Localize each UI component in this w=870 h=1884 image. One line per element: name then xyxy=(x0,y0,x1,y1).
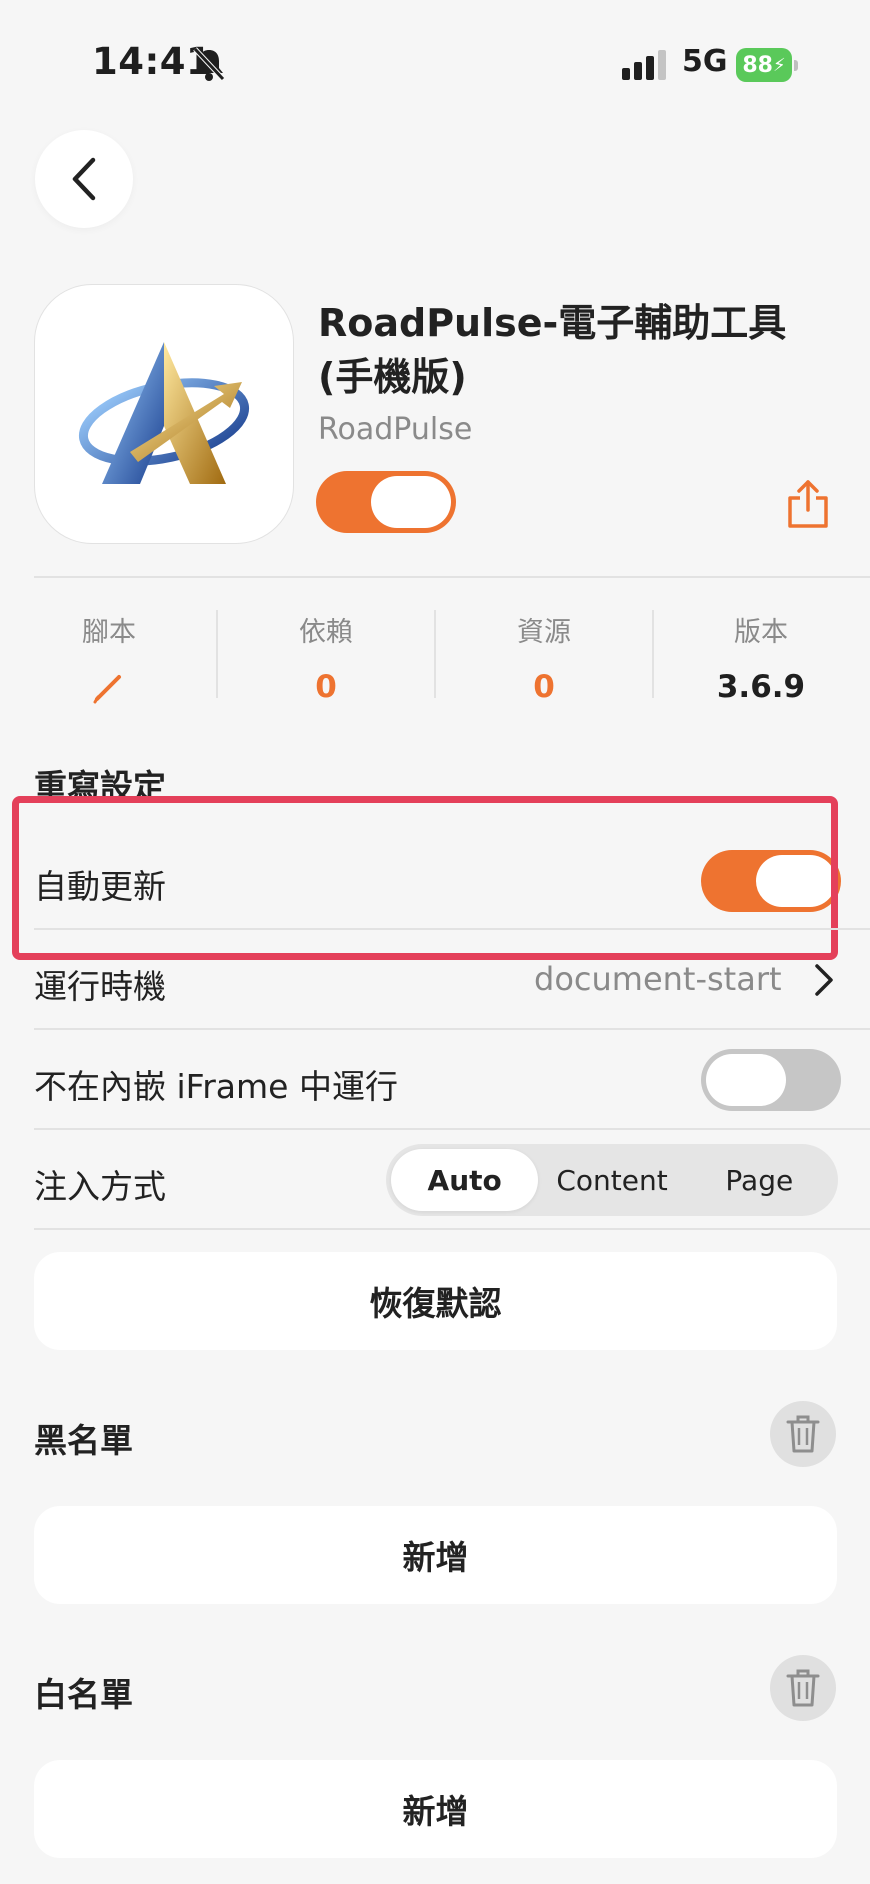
run-at-value[interactable]: document-start xyxy=(534,960,782,998)
battery-indicator: 88 ⚡ xyxy=(736,48,798,82)
app-icon xyxy=(34,284,294,544)
stat-resources[interactable]: 資源 0 xyxy=(435,610,653,709)
pencil-icon xyxy=(93,675,121,704)
signal-icon xyxy=(622,50,666,80)
chevron-left-icon xyxy=(72,157,96,201)
no-iframe-toggle[interactable] xyxy=(701,1049,841,1111)
whitelist-delete-button[interactable] xyxy=(770,1655,836,1721)
inject-mode-label: 注入方式 xyxy=(34,1167,166,1206)
back-button[interactable] xyxy=(35,130,133,228)
stat-value: 0 xyxy=(315,669,337,705)
battery-level: 88 xyxy=(742,52,773,78)
stat-value: 3.6.9 xyxy=(716,669,806,705)
trash-icon xyxy=(786,1415,820,1453)
chevron-right-icon[interactable] xyxy=(812,962,836,998)
stat-value: 0 xyxy=(533,669,555,705)
app-title: RoadPulse-電子輔助工具(手機版) xyxy=(318,301,787,399)
share-icon[interactable] xyxy=(786,478,830,530)
inject-mode-segmented-control[interactable]: Auto Content Page xyxy=(386,1144,838,1216)
stat-label: 依賴 xyxy=(299,617,353,648)
blacklist-add-button[interactable]: 新增 xyxy=(34,1506,837,1604)
stat-label: 資源 xyxy=(517,617,571,648)
no-iframe-label: 不在內嵌 iFrame 中運行 xyxy=(34,1067,398,1106)
trash-icon xyxy=(786,1669,820,1707)
stat-script[interactable]: 腳本 xyxy=(0,610,218,709)
inject-option-content[interactable]: Content xyxy=(538,1149,685,1211)
stat-version: 版本 3.6.9 xyxy=(652,610,870,709)
inject-option-page[interactable]: Page xyxy=(686,1149,833,1211)
highlight-box xyxy=(12,796,838,960)
network-type: 5G xyxy=(682,44,728,79)
inject-option-auto[interactable]: Auto xyxy=(391,1149,539,1211)
restore-default-button[interactable]: 恢復默認 xyxy=(34,1252,837,1350)
blacklist-delete-button[interactable] xyxy=(770,1401,836,1467)
stat-label: 版本 xyxy=(734,617,788,648)
app-logo-icon xyxy=(78,342,250,484)
stat-label: 腳本 xyxy=(82,617,136,648)
whitelist-title: 白名單 xyxy=(34,1675,133,1714)
whitelist-add-button[interactable]: 新增 xyxy=(34,1760,837,1858)
run-at-label: 運行時機 xyxy=(34,967,166,1006)
stat-dependencies[interactable]: 依賴 0 xyxy=(217,610,435,709)
blacklist-title: 黑名單 xyxy=(34,1421,133,1460)
app-author: RoadPulse xyxy=(318,412,473,447)
charging-icon: ⚡ xyxy=(772,54,786,76)
bell-slash-icon xyxy=(193,47,225,81)
script-enabled-toggle[interactable] xyxy=(316,471,456,533)
